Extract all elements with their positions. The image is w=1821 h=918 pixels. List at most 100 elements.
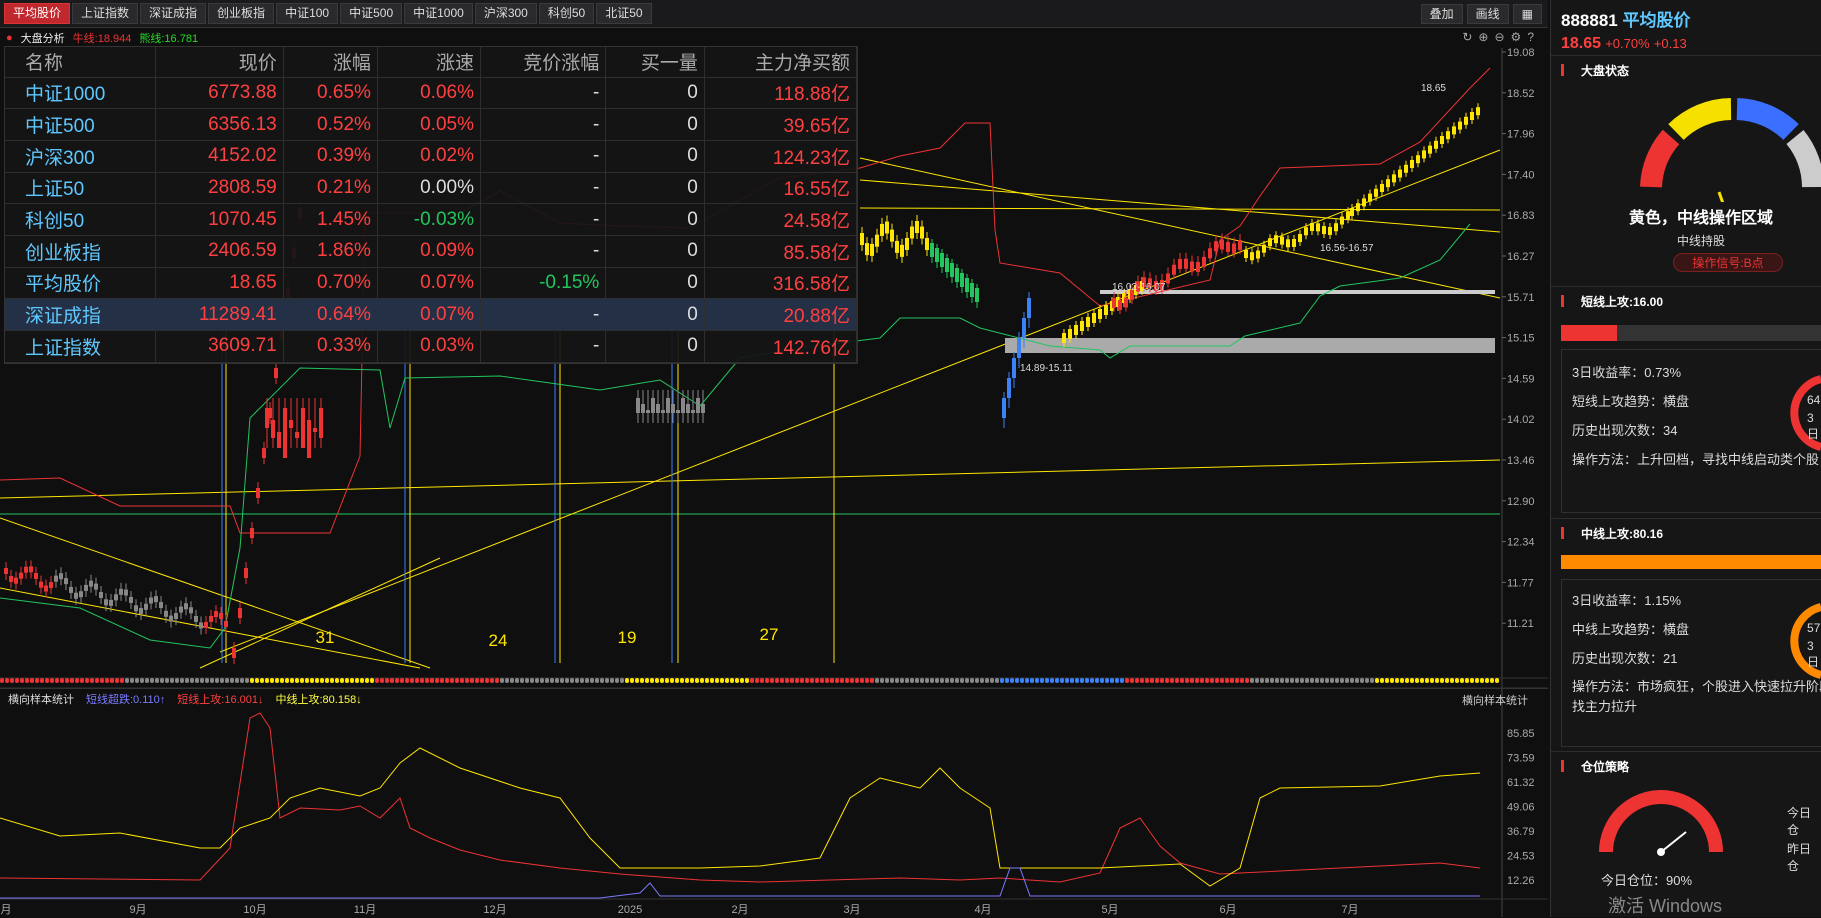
candle-body (1298, 234, 1302, 243)
signal-dot (1300, 678, 1304, 683)
candle-body (1334, 223, 1338, 232)
tab-1[interactable]: 上证指数 (72, 3, 139, 24)
signal-dot (735, 678, 739, 683)
overlay-button[interactable]: 叠加 (1420, 4, 1463, 24)
table-cell: 0.09% (377, 235, 481, 268)
signal-dot (1340, 678, 1344, 683)
day-label-31: 31 (316, 628, 335, 647)
table-row[interactable]: 创业板指 2406.59 1.86% 0.09% -0 85.58亿 (5, 235, 858, 268)
sub-legend-2: 短线上攻:16.001↓ (177, 693, 264, 706)
table-cell: 39.65亿 (704, 108, 858, 141)
table-row[interactable]: 沪深300 4152.02 0.39% 0.02% -0 124.23亿 (5, 140, 858, 173)
signal-dot (1060, 678, 1064, 683)
signal-dot (1485, 678, 1489, 683)
y-tick-label: 19.08 (1507, 47, 1535, 59)
layout-icon[interactable]: ▦ (1512, 4, 1542, 24)
table-cell: 0 (605, 330, 705, 363)
signal-dot (750, 678, 754, 683)
signal-dot (570, 678, 574, 683)
table-row[interactable]: 平均股价 18.65 0.70% 0.07% -0.15% 0 316.58亿 (5, 267, 858, 300)
signal-dot (1330, 678, 1334, 683)
candle-body (238, 608, 242, 618)
signal-dot (1225, 678, 1229, 683)
signal-dot (725, 678, 729, 683)
table-cell: 2406.59 (155, 235, 284, 268)
x-tick-label: 3月 (843, 904, 860, 916)
y-tick-label: 18.52 (1507, 88, 1535, 100)
tab-4[interactable]: 中证100 (276, 3, 339, 24)
sub-y-tick-label: 49.06 (1507, 802, 1535, 814)
candle-body (54, 575, 58, 582)
col-header-2[interactable]: 涨幅 (283, 47, 378, 78)
table-row[interactable]: 中证500 6356.13 0.52% 0.05% -0 39.65亿 (5, 108, 858, 141)
signal-dot (1105, 678, 1109, 683)
signal-dot (195, 678, 199, 683)
candle-body (295, 432, 299, 438)
signal-dot (495, 678, 499, 683)
signal-dot (800, 678, 804, 683)
table-row[interactable]: 科创50 1070.45 1.45% -0.03% -0 24.58亿 (5, 203, 858, 236)
tab-3[interactable]: 创业板指 (208, 3, 275, 24)
col-header-3[interactable]: 涨速 (377, 47, 481, 78)
signal-dot (60, 678, 64, 683)
signal-dot (650, 678, 654, 683)
signal-dot (280, 678, 284, 683)
sub-y-tick-label: 12.26 (1507, 875, 1535, 887)
signal-dot (890, 678, 894, 683)
tab-0[interactable]: 平均股价 (4, 3, 71, 24)
signal-dot (40, 678, 44, 683)
table-row[interactable]: 中证1000 6773.88 0.65% 0.06% -0 118.88亿 (5, 77, 858, 110)
candle-body (880, 223, 884, 236)
tab-7[interactable]: 沪深300 (474, 3, 537, 24)
short-gauge-value: 64 (1807, 393, 1821, 407)
candle-body (109, 599, 113, 606)
col-header-0[interactable]: 名称 (5, 47, 156, 78)
signal-dot (610, 678, 614, 683)
col-header-4[interactable]: 竞价涨幅 (480, 47, 607, 78)
tab-9[interactable]: 北证50 (596, 3, 652, 24)
x-tick-label: 2月 (731, 904, 748, 916)
signal-dot (815, 678, 819, 683)
col-header-6[interactable]: 主力净买额 (704, 47, 858, 78)
tab-5[interactable]: 中证500 (340, 3, 403, 24)
signal-dot (30, 678, 34, 683)
signal-dot (50, 678, 54, 683)
tab-6[interactable]: 中证1000 (404, 3, 473, 24)
tab-8[interactable]: 科创50 (538, 3, 595, 24)
signal-dot (275, 678, 279, 683)
candle-body (1392, 174, 1396, 183)
table-cell: 0.52% (283, 108, 378, 141)
signal-dot (110, 678, 114, 683)
signal-dot (445, 678, 449, 683)
table-row[interactable]: 深证成指 11289.41 0.64% 0.07% -0 20.88亿 (5, 298, 858, 331)
candle-body (1380, 184, 1384, 192)
signal-dot (1080, 678, 1084, 683)
candle-body (1202, 256, 1206, 267)
index-quote-table[interactable]: 名称 现价 涨幅 涨速 竞价涨幅 买一量 主力净买额 中证1000 6773.88 0.65% 0.… (4, 46, 858, 364)
candle-body (244, 568, 248, 578)
table-row[interactable]: 上证指数 3609.71 0.33% 0.03% -0 142.76亿 (5, 330, 858, 363)
table-cell: 深证成指 (5, 298, 156, 331)
candle-body (164, 610, 168, 617)
signal-dot (585, 678, 589, 683)
signal-dot (780, 678, 784, 683)
signal-dot (935, 678, 939, 683)
col-header-5[interactable]: 买一量 (605, 47, 705, 78)
signal-dot (510, 678, 514, 683)
candle-body (681, 398, 685, 413)
table-cell: 1070.45 (155, 203, 284, 236)
signal-dot (515, 678, 519, 683)
tab-2[interactable]: 深证成指 (140, 3, 207, 24)
signal-dot (1090, 678, 1094, 683)
signal-dot (200, 678, 204, 683)
signal-dot (330, 678, 334, 683)
candle-body (9, 575, 13, 582)
sub-line-yellow (0, 747, 1481, 887)
table-row[interactable]: 上证50 2808.59 0.21% 0.00% -0 16.55亿 (5, 172, 858, 205)
candle-body (676, 410, 680, 413)
col-header-1[interactable]: 现价 (155, 47, 284, 78)
signal-dot (5, 678, 9, 683)
draw-line-button[interactable]: 画线 (1466, 4, 1509, 24)
candle-body (34, 572, 38, 579)
quote-header: 888881 平均股价 18.65 +0.70% +0.13 (1551, 0, 1821, 56)
